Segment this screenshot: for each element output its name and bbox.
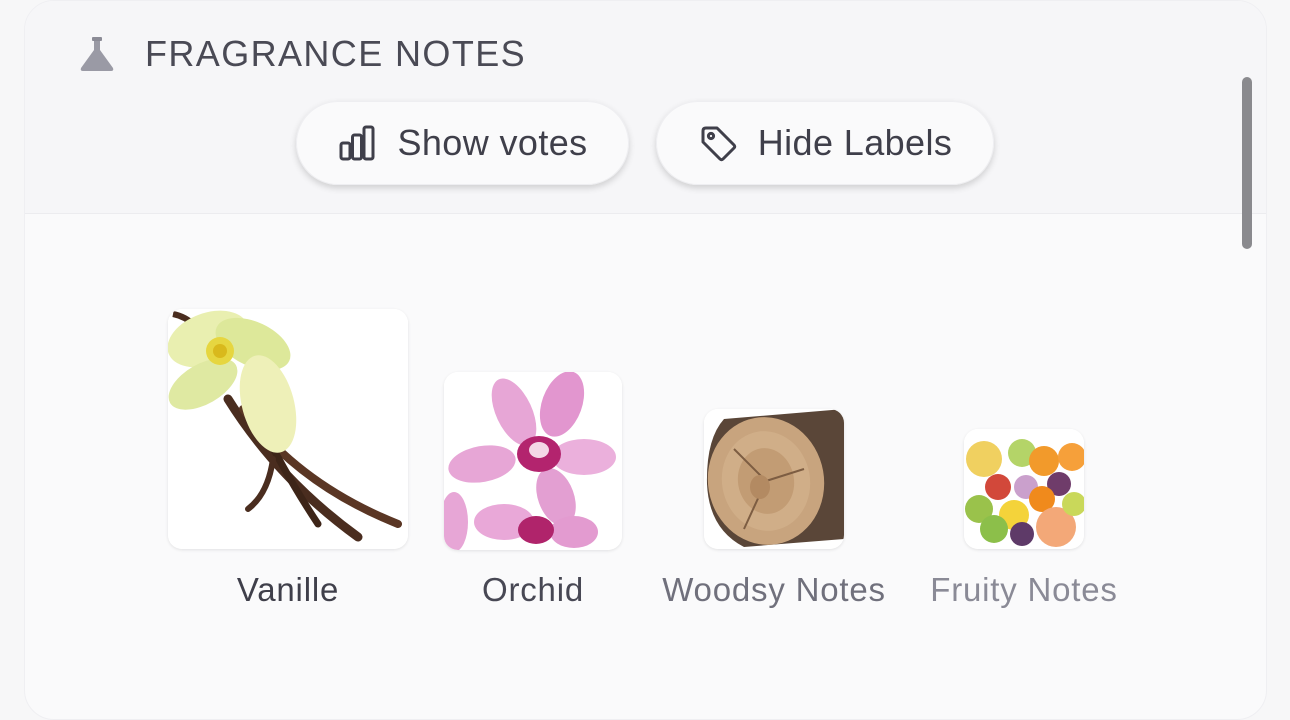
scrollbar[interactable] (1242, 77, 1252, 249)
flask-icon (80, 37, 114, 71)
hide-labels-label: Hide Labels (757, 122, 953, 163)
fruits-image (964, 429, 1084, 549)
tag-icon (701, 126, 736, 162)
note-label: Fruity Notes (930, 571, 1118, 608)
show-votes-label: Show votes (397, 122, 588, 163)
orchid-image (444, 372, 622, 550)
vanilla-image (168, 309, 408, 549)
section-heading: FRAGRANCE NOTES (77, 33, 526, 75)
bar-chart-icon (339, 125, 375, 161)
show-votes-button[interactable]: Show votes (296, 101, 629, 185)
section-title: FRAGRANCE NOTES (145, 33, 527, 74)
hide-labels-button[interactable]: Hide Labels (656, 101, 994, 185)
card-header: FRAGRANCE NOTES Show votes Hide Labels (25, 1, 1266, 214)
wood-log-image (704, 409, 844, 549)
note-label: Vanille (236, 571, 340, 608)
note-label: Orchid (482, 571, 584, 608)
fragrance-notes-card: FRAGRANCE NOTES Show votes Hide Labels V… (24, 0, 1267, 720)
note-label: Woodsy Notes (662, 571, 886, 608)
